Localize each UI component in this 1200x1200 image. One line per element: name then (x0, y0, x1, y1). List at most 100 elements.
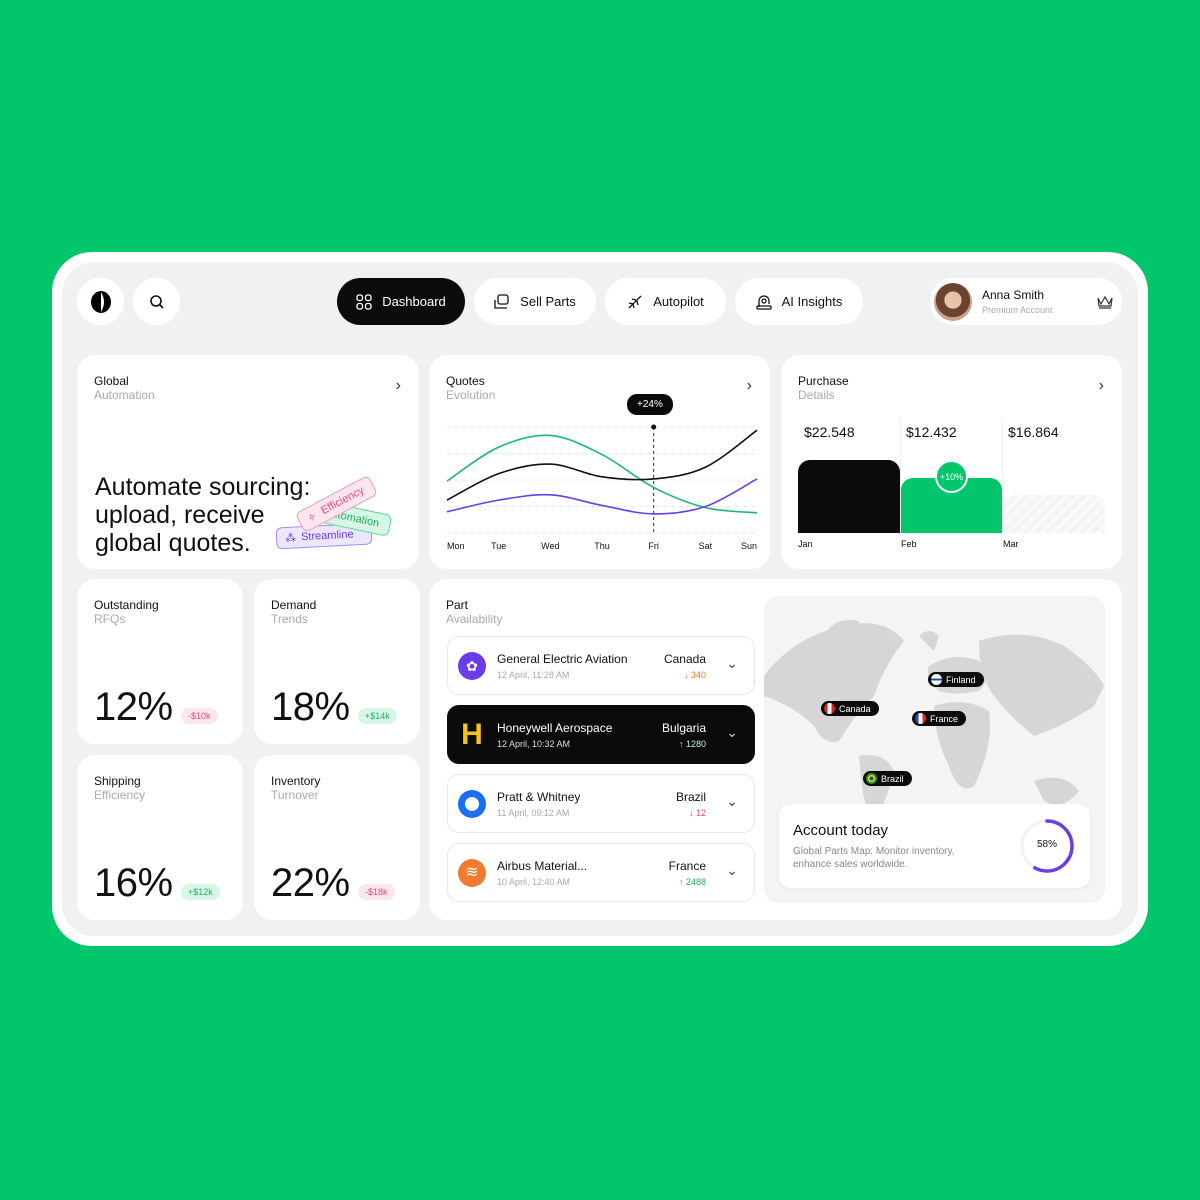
grid-icon (356, 293, 372, 310)
x-tick-label: Thu (594, 541, 610, 551)
global-automation-card[interactable]: Global Automation › Automate sourcing: u… (77, 355, 419, 569)
highlight-dot (651, 424, 657, 430)
card-title: Outstanding (94, 598, 159, 612)
card-title: Inventory (271, 774, 321, 788)
pin-label: France (930, 713, 959, 724)
month-value: $22.548 (804, 424, 855, 440)
part-row[interactable]: ✿ General Electric Aviation 12 April, 11… (447, 636, 755, 695)
honeywell-logo-icon: H (461, 718, 483, 751)
bar-mar[interactable] (1003, 495, 1105, 533)
part-row[interactable]: ≋ Airbus Material... 10 April, 12:40 AM … (447, 843, 755, 902)
pin-brazil[interactable]: Brazil (863, 771, 912, 786)
flag-france-icon (915, 713, 926, 724)
crown-icon[interactable] (1096, 295, 1113, 309)
pratt-whitney-logo-icon (458, 790, 486, 818)
x-tick-label: Fri (648, 541, 659, 551)
chevron-down-icon[interactable]: ⌄ (726, 655, 738, 672)
part-date: 10 April, 12:40 AM (497, 877, 571, 887)
chevron-right-icon[interactable]: › (1099, 377, 1104, 395)
month-label: Mar (1003, 539, 1019, 549)
nav-ai-insights[interactable]: AI Insights (735, 278, 863, 325)
nav-label: Sell Parts (520, 294, 576, 309)
bar-jan[interactable] (798, 460, 900, 533)
user-profile[interactable]: Anna Smith Premium Account (930, 278, 1122, 325)
account-title: Account today (793, 822, 889, 839)
flag-finland-icon (931, 674, 942, 685)
stat-value: 18% (271, 685, 350, 729)
card-title: Global (94, 374, 129, 388)
stat-card[interactable]: Outstanding RFQs 12% -$10k (77, 579, 243, 744)
sell-icon (494, 293, 509, 309)
card-subtitle: Automation (94, 388, 155, 402)
part-country: Bulgaria (661, 721, 706, 735)
avatar (934, 282, 972, 321)
part-supplier: Pratt & Whitney (497, 790, 581, 804)
card-subtitle: Details (798, 388, 835, 402)
chevron-down-icon[interactable]: ⌄ (726, 724, 738, 741)
purchase-card[interactable]: Purchase Details › $22.548 $12.432 $16.8… (781, 355, 1122, 569)
chevron-right-icon[interactable]: › (396, 377, 401, 395)
pin-label: Canada (839, 703, 871, 714)
stat-delta-badge: -$10k (181, 708, 218, 724)
account-text: Global Parts Map: Monitor inventory, enh… (793, 846, 955, 870)
logo-icon (90, 290, 111, 313)
nav-label: Dashboard (382, 294, 446, 309)
search-button[interactable] (133, 278, 180, 325)
world-map[interactable]: Finland Canada France Brazil Account tod… (764, 596, 1105, 903)
chevron-down-icon[interactable]: ⌄ (726, 862, 738, 879)
headline-line: Automate sourcing: (95, 473, 311, 501)
headline-line: upload, receive (95, 501, 265, 529)
stat-card[interactable]: Shipping Efficiency 16% +$12k (77, 755, 243, 920)
pin-label: Brazil (881, 773, 904, 784)
month-value: $12.432 (906, 424, 957, 440)
part-row[interactable]: H Honeywell Aerospace 12 April, 10:32 AM… (447, 705, 755, 764)
part-date: 12 April, 10:32 AM (497, 739, 571, 749)
user-name: Anna Smith (982, 288, 1045, 302)
flag-canada-icon (824, 703, 835, 714)
card-title: Shipping (94, 774, 141, 788)
nodes-icon: ⁂ (284, 532, 297, 546)
stat-card[interactable]: Inventory Turnover 22% -$18k (254, 755, 420, 920)
stat-delta-badge: +$12k (181, 884, 220, 900)
progress-label: 58% (1036, 839, 1057, 850)
part-row[interactable]: Pratt & Whitney 11 April, 09:12 AM Brazi… (447, 774, 755, 833)
part-supplier: Honeywell Aerospace (497, 721, 613, 735)
stat-card[interactable]: Demand Trends 18% +$14k (254, 579, 420, 744)
nav-label: AI Insights (781, 294, 843, 309)
quotes-chart: Mon Tue Wed Thu Fri Sat Sun (446, 424, 758, 551)
logo-button[interactable] (77, 278, 124, 325)
series-line-1 (446, 429, 758, 501)
part-change: ↑ 2488 (678, 877, 706, 887)
user-role: Premium Account (982, 305, 1053, 315)
x-tick-label: Wed (541, 541, 559, 551)
pin-france[interactable]: France (912, 711, 967, 726)
chevron-down-icon[interactable]: ⌄ (726, 793, 738, 810)
month-label: Jan (798, 539, 813, 549)
card-subtitle: Trends (271, 612, 308, 626)
quotes-card[interactable]: Quotes Evolution › Mon Tue Wed Thu Fri Sat Sun… (429, 355, 770, 569)
month-label: Feb (901, 539, 917, 549)
card-title: Demand (271, 598, 317, 612)
card-subtitle: Turnover (271, 788, 319, 802)
part-date: 11 April, 09:12 AM (497, 808, 570, 818)
part-supplier: General Electric Aviation (497, 652, 628, 666)
stat-value: 22% (271, 861, 350, 905)
nav-autopilot[interactable]: Autopilot (605, 278, 726, 325)
card-subtitle: Availability (446, 612, 503, 626)
nav-dashboard[interactable]: Dashboard (337, 278, 465, 325)
part-change: ↓ 12 (688, 808, 706, 818)
card-subtitle: Efficiency (94, 788, 146, 802)
x-tick-label: Sat (699, 541, 713, 551)
ai-icon (755, 294, 772, 310)
nav-sell-parts[interactable]: Sell Parts (474, 278, 596, 325)
part-country: Canada (663, 652, 706, 666)
part-country: Brazil (675, 790, 706, 804)
plane-icon (628, 295, 642, 308)
card-title: Part (446, 598, 469, 612)
pin-canada[interactable]: Canada (821, 701, 879, 716)
part-change: ↑ 1280 (678, 739, 706, 749)
account-today-panel: Account today Global Parts Map: Monitor … (779, 804, 1090, 888)
stat-value: 12% (94, 685, 173, 729)
card-title: Purchase (798, 374, 849, 388)
pin-finland[interactable]: Finland (928, 672, 984, 687)
